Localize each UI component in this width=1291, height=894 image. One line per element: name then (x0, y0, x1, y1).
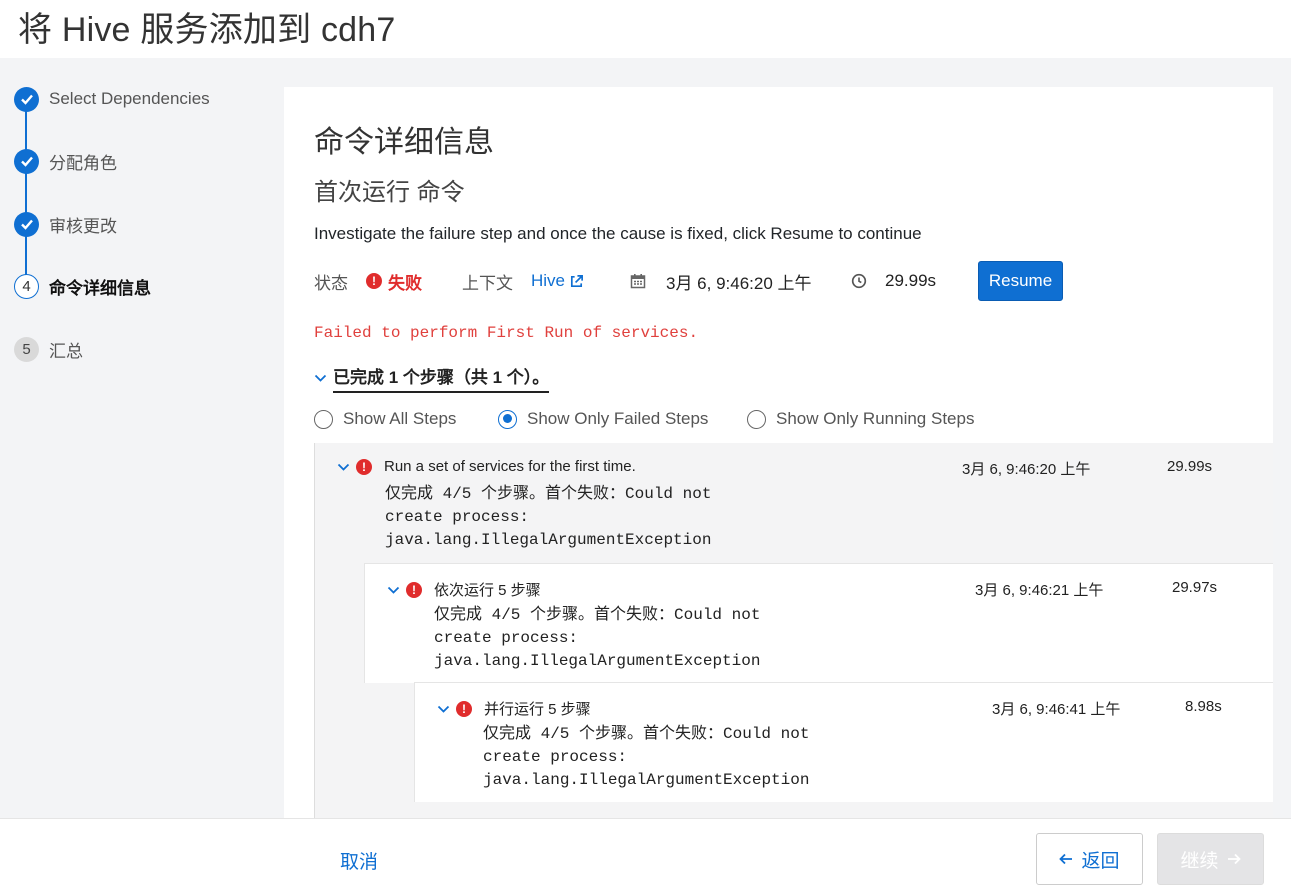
continue-button[interactable]: 继续 (1157, 833, 1264, 885)
wizard-stepper: Select Dependencies 分配角色 审核更改 4 命令详细信息 5… (0, 58, 280, 818)
step-title: Run a set of services for the first time… (384, 458, 636, 475)
step-label: 分配角色 (49, 153, 117, 173)
chevron-down-icon[interactable] (337, 462, 350, 472)
step-time: 3月 6, 9:46:41 上午 (992, 701, 1121, 718)
command-timestamp: 3月 6, 9:46:20 上午 (666, 273, 812, 293)
error-message: Failed to perform First Run of services. (314, 324, 699, 342)
step-duration: 29.99s (1167, 458, 1213, 475)
command-description: Investigate the failure step and once th… (314, 224, 922, 243)
radio-button[interactable] (747, 409, 766, 429)
clock-icon (851, 273, 867, 289)
step-number: 5 (14, 336, 39, 362)
step-label: 汇总 (49, 341, 83, 361)
continue-label: 继续 (1180, 850, 1219, 872)
step-title: 并行运行 5 步骤 (484, 701, 591, 718)
step-title: 依次运行 5 步骤 (434, 582, 541, 599)
chevron-down-icon[interactable] (437, 704, 450, 714)
step-time: 3月 6, 9:46:20 上午 (962, 461, 1091, 478)
cancel-link[interactable]: 取消 (340, 847, 378, 874)
page-header: 将 Hive 服务添加到 cdh7 (0, 0, 1291, 58)
context-link[interactable]: Hive (531, 271, 584, 291)
wizard-body: Select Dependencies 分配角色 审核更改 4 命令详细信息 5… (0, 58, 1291, 818)
step-filter-group: Show All Steps Show Only Failed Steps Sh… (314, 409, 1074, 437)
command-duration: 29.99s (885, 271, 937, 290)
context-link-text: Hive (531, 271, 566, 290)
error-icon: ! (456, 700, 472, 717)
page-title: 将 Hive 服务添加到 cdh7 (18, 11, 396, 49)
step-label: Select Dependencies (49, 89, 210, 108)
step-number: 4 (14, 273, 39, 299)
step-message: 仅完成 4/5 个步骤。首个失败：Could not create proces… (483, 725, 810, 789)
step-label: 命令详细信息 (49, 278, 151, 298)
card-title: 命令详细信息 (314, 126, 494, 159)
steps-summary-toggle[interactable]: 已完成 1 个步骤（共 1 个）。 (314, 363, 550, 393)
resume-button[interactable]: Resume (978, 261, 1063, 301)
status-badge: ! 失败 (366, 269, 422, 294)
radio-label: Show Only Running Steps (776, 409, 975, 428)
radio-button[interactable] (314, 409, 333, 429)
status-field: 状态 ! 失败 (314, 261, 422, 301)
step-node-sequential: ! 依次运行 5 步骤 仅完成 4/5 个步骤。首个失败：Could not c… (364, 563, 1273, 683)
radio-button[interactable] (498, 409, 517, 429)
filter-show-only-running-steps[interactable]: Show Only Running Steps (747, 409, 974, 429)
check-icon (14, 148, 39, 174)
error-icon: ! (366, 273, 382, 289)
check-icon (14, 211, 39, 237)
step-duration: 8.98s (1185, 698, 1222, 715)
step-node-header[interactable]: ! 并行运行 5 步骤 (437, 698, 591, 719)
step-duration: 29.97s (1172, 579, 1218, 596)
duration-field: 29.99s (851, 261, 936, 301)
command-details-card: 命令详细信息 首次运行 命令 Investigate the failure s… (284, 87, 1273, 818)
filter-show-only-failed-steps[interactable]: Show Only Failed Steps (498, 409, 708, 429)
step-review-changes[interactable]: 审核更改 (14, 210, 117, 238)
context-field: 上下文 Hive (462, 261, 584, 301)
steps-tree: ! Run a set of services for the first ti… (314, 443, 1273, 818)
back-button[interactable]: 返回 (1036, 833, 1143, 885)
step-assign-roles[interactable]: 分配角色 (14, 147, 117, 175)
steps-summary: 已完成 1 个步骤（共 1 个）。 (333, 363, 550, 393)
step-message: 仅完成 4/5 个步骤。首个失败：Could not create proces… (434, 606, 761, 670)
command-subtitle: 首次运行 命令 (314, 179, 465, 206)
error-icon: ! (356, 458, 372, 475)
check-icon (14, 86, 39, 112)
step-node-parallel: ! 并行运行 5 步骤 仅完成 4/5 个步骤。首个失败：Could not c… (414, 682, 1273, 802)
radio-label: Show All Steps (343, 409, 457, 428)
step-message: 仅完成 4/5 个步骤。首个失败：Could not create proces… (385, 485, 712, 549)
context-label: 上下文 (462, 273, 513, 293)
chevron-down-icon (314, 374, 327, 382)
step-node-header[interactable]: ! 依次运行 5 步骤 (387, 579, 541, 600)
step-time: 3月 6, 9:46:21 上午 (975, 582, 1104, 599)
command-meta-row: 状态 ! 失败 上下文 Hive 3月 6, 9:46:20 上午 29.99s… (314, 261, 1074, 301)
arrow-right-icon (1227, 853, 1241, 865)
back-label: 返回 (1081, 850, 1120, 872)
step-select-dependencies[interactable]: Select Dependencies (14, 85, 210, 113)
error-icon: ! (406, 581, 422, 598)
arrow-left-icon (1059, 853, 1073, 865)
stepper-progress-line (25, 102, 27, 287)
status-value: 失败 (388, 273, 422, 293)
timestamp-field: 3月 6, 9:46:20 上午 (630, 261, 812, 301)
step-node-header[interactable]: ! Run a set of services for the first ti… (337, 458, 636, 475)
step-command-details: 4 命令详细信息 (14, 272, 151, 300)
step-summary: 5 汇总 (14, 335, 83, 363)
step-label: 审核更改 (49, 216, 117, 236)
calendar-icon (630, 274, 646, 289)
chevron-down-icon[interactable] (387, 585, 400, 595)
wizard-footer: 取消 返回 继续 (0, 818, 1291, 894)
external-link-icon (570, 274, 583, 287)
filter-show-all-steps[interactable]: Show All Steps (314, 409, 456, 429)
status-label: 状态 (314, 273, 348, 293)
radio-label: Show Only Failed Steps (527, 409, 709, 428)
